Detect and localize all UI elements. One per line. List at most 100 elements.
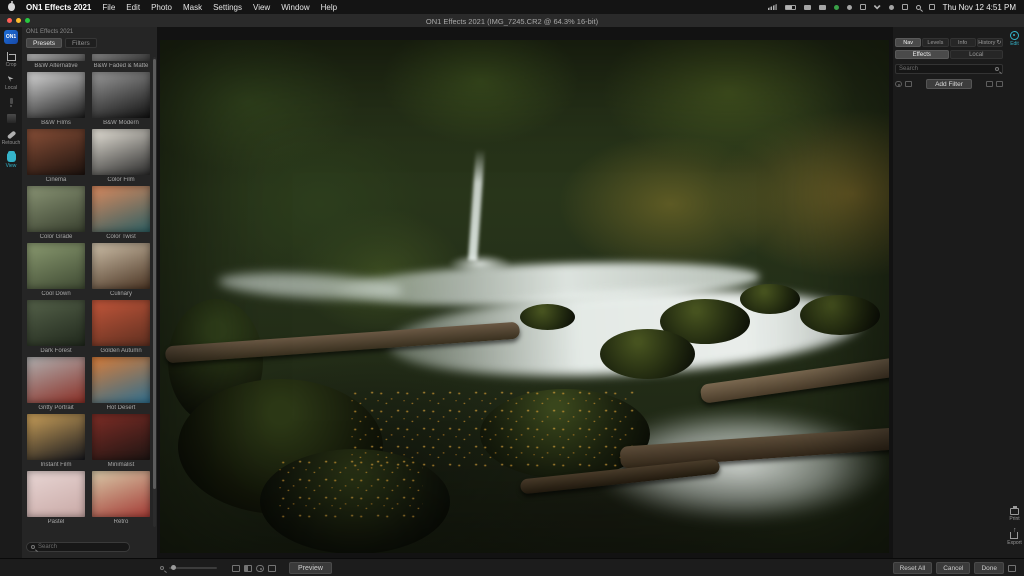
tab-info[interactable]: Info: [950, 38, 976, 47]
preset-retro[interactable]: Retro: [92, 471, 150, 525]
done-button[interactable]: Done: [974, 562, 1004, 574]
bottom-bar: Preview Reset All Cancel Done: [0, 558, 1024, 576]
reset-all-button[interactable]: Reset All: [893, 562, 933, 574]
zoom-slider-knob[interactable]: [171, 565, 176, 570]
preset-hot-desert[interactable]: Hot Desert: [92, 357, 150, 411]
scrollbar-thumb[interactable]: [153, 59, 156, 489]
preset-search-field[interactable]: Search: [26, 542, 130, 552]
menu-photo[interactable]: Photo: [151, 3, 172, 12]
tools-list: Crop Local Retouch View: [2, 52, 21, 176]
compare-icon[interactable]: [905, 81, 912, 87]
display-icon[interactable]: [804, 5, 811, 10]
tab-filters[interactable]: Filters: [65, 38, 97, 48]
show-original-eye-icon[interactable]: [256, 565, 264, 572]
preset-gritty-portrait[interactable]: Gritty Portrait: [27, 357, 85, 411]
zoom-slider[interactable]: [169, 567, 217, 569]
effects-search-field[interactable]: Search: [895, 64, 1003, 74]
preset-color-twist[interactable]: Color Twist: [92, 186, 150, 240]
preset-thumbnail: [27, 357, 85, 403]
tab-local[interactable]: Local: [950, 50, 1004, 59]
phone-icon[interactable]: [847, 5, 852, 10]
filters-eye-icon[interactable]: [895, 81, 902, 87]
menu-help[interactable]: Help: [321, 3, 337, 12]
menu-edit[interactable]: Edit: [126, 3, 140, 12]
tool-crop[interactable]: Crop: [2, 52, 21, 68]
preset-b-w-alternative[interactable]: B&W Alternative: [27, 54, 85, 69]
preset-color-film[interactable]: Color Film: [92, 129, 150, 183]
preset-dark-forest[interactable]: Dark Forest: [27, 300, 85, 354]
tool-mask-gradient: [2, 114, 21, 123]
preset-instant-film[interactable]: Instant Film: [27, 414, 85, 468]
preset-label: Minimalist: [92, 462, 150, 468]
menu-mask[interactable]: Mask: [183, 3, 202, 12]
preset-cinema[interactable]: Cinema: [27, 129, 85, 183]
single-view-icon[interactable]: [232, 565, 240, 572]
mode-tabs: EffectsLocal: [895, 50, 1003, 59]
menu-window[interactable]: Window: [281, 3, 309, 12]
input-source-icon[interactable]: [902, 4, 908, 10]
tool-retouch[interactable]: Retouch: [2, 130, 21, 146]
menu-on1-effects-2021[interactable]: ON1 Effects 2021: [26, 3, 91, 12]
preset-label: Dark Forest: [27, 348, 85, 354]
search-icon[interactable]: [916, 5, 921, 10]
tool-local[interactable]: Local: [2, 75, 21, 91]
menu-file[interactable]: File: [102, 3, 115, 12]
tool-mask-brush: [2, 98, 21, 107]
preset-label: Culinary: [92, 291, 150, 297]
menu-settings[interactable]: Settings: [213, 3, 242, 12]
preview-button[interactable]: Preview: [289, 562, 332, 574]
preset-culinary[interactable]: Culinary: [92, 243, 150, 297]
preset-cool-down[interactable]: Cool Down: [27, 243, 85, 297]
tool-view[interactable]: View: [2, 153, 21, 169]
preset-b-w-faded-matte[interactable]: B&W Faded & Matte: [92, 54, 150, 69]
preset-minimalist[interactable]: Minimalist: [92, 414, 150, 468]
preset-golden-autumn[interactable]: Golden Autumn: [92, 300, 150, 354]
green-status-dot-icon[interactable]: [834, 5, 839, 10]
preset-pastel[interactable]: Pastel: [27, 471, 85, 525]
search-icon: [31, 545, 35, 549]
control-center-icon[interactable]: [929, 4, 935, 10]
cellular-signal-icon[interactable]: [768, 4, 777, 10]
menu-view[interactable]: View: [253, 3, 270, 12]
tab-levels[interactable]: Levels: [922, 38, 948, 47]
preset-scrollbar[interactable]: [153, 57, 156, 527]
wifi-icon[interactable]: [874, 5, 881, 10]
keyboard-icon[interactable]: [819, 5, 826, 10]
soft-proof-icon[interactable]: [1008, 565, 1016, 572]
preset-b-w-modern[interactable]: B&W Modern: [92, 72, 150, 126]
preset-label: Pastel: [27, 519, 85, 525]
preset-label: Cool Down: [27, 291, 85, 297]
preset-color-grade[interactable]: Color Grade: [27, 186, 85, 240]
globe-icon[interactable]: [889, 5, 894, 10]
tab-history[interactable]: History↻: [977, 38, 1003, 47]
split-view-icon[interactable]: [268, 565, 276, 572]
apple-menu-icon[interactable]: [8, 3, 15, 11]
edited-photo[interactable]: [160, 40, 889, 553]
view-controls: Preview: [160, 559, 332, 576]
retouch-bandaid-icon: [7, 130, 16, 139]
bluetooth-icon[interactable]: [860, 4, 866, 10]
right-panel: NavLevelsInfoHistory↻ EffectsLocal Searc…: [893, 27, 1005, 558]
filter-options-icon[interactable]: [996, 81, 1003, 87]
tab-effects[interactable]: Effects: [895, 50, 949, 59]
menu-bar-clock[interactable]: Thu Nov 12 4:51 PM: [943, 3, 1016, 12]
edit-module-label: Edit: [1010, 41, 1019, 47]
preset-thumbnail: [27, 129, 85, 175]
compare-view-icon[interactable]: [244, 565, 252, 572]
on1-logo[interactable]: ON1: [4, 30, 18, 44]
delete-filter-icon[interactable]: [986, 81, 993, 87]
rock: [800, 295, 880, 335]
export-button[interactable]: Export: [1007, 529, 1021, 546]
preset-thumbnail: [92, 54, 150, 61]
tab-presets[interactable]: Presets: [26, 38, 62, 48]
add-filter-button[interactable]: Add Filter: [926, 79, 972, 89]
preset-thumbnail: [92, 129, 150, 175]
preset-b-w-films[interactable]: B&W Films: [27, 72, 85, 126]
battery-icon[interactable]: [785, 5, 796, 10]
preset-thumbnail: [92, 300, 150, 346]
cancel-button[interactable]: Cancel: [936, 562, 970, 574]
preset-thumbnail: [27, 243, 85, 289]
tab-nav[interactable]: Nav: [895, 38, 921, 47]
print-button[interactable]: Print: [1009, 508, 1019, 522]
edit-module-button[interactable]: Edit: [1010, 31, 1019, 47]
